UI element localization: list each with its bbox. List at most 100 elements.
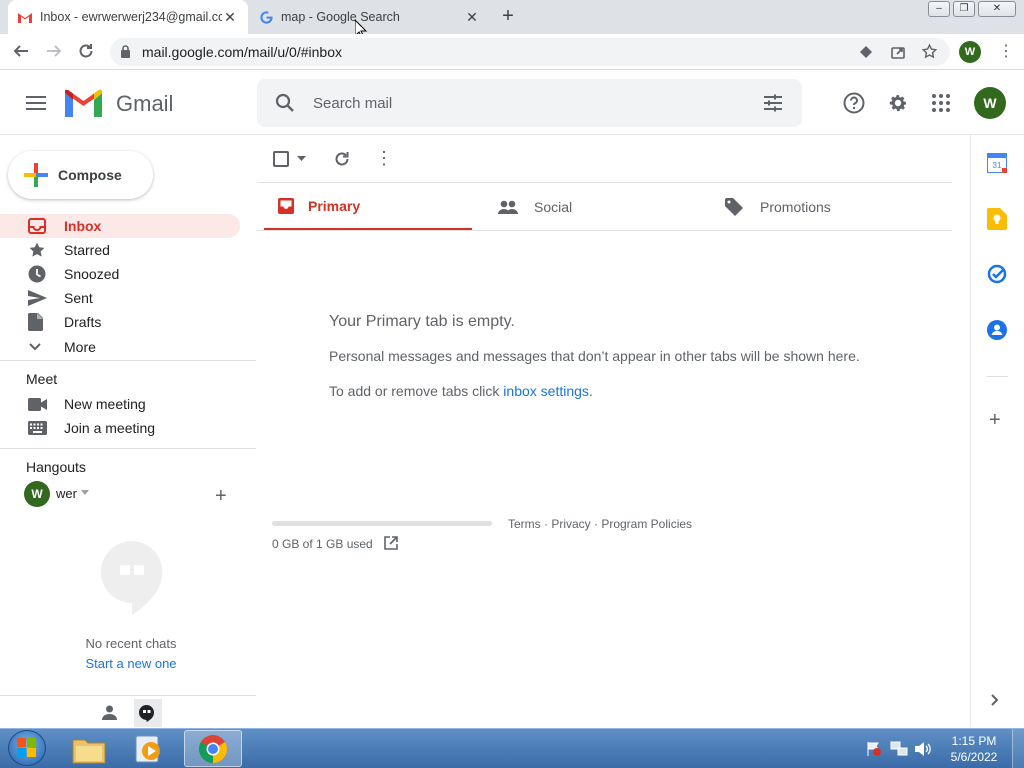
browser-tab-map-search[interactable]: map - Google Search ✕ <box>250 0 490 34</box>
back-icon[interactable] <box>12 42 30 60</box>
sidebar-item-join-meeting[interactable]: Join a meeting <box>0 416 240 440</box>
chrome-taskbar-button[interactable] <box>184 730 242 767</box>
restore-window-button[interactable]: ❐ <box>953 1 975 17</box>
hangouts-user-name[interactable]: wer <box>56 486 77 501</box>
google-apps-icon[interactable] <box>932 94 950 112</box>
clock-date: 5/6/2022 <box>950 750 998 764</box>
inbox-icon <box>0 218 64 234</box>
gmail-favicon <box>18 12 32 23</box>
sidebar-item-starred[interactable]: Starred <box>0 238 240 262</box>
draft-icon <box>0 313 64 331</box>
sidebar-item-new-meeting[interactable]: New meeting <box>0 392 240 416</box>
show-desktop-button[interactable] <box>1012 729 1024 768</box>
settings-hint-prefix: To add or remove tabs click <box>329 383 504 399</box>
file-explorer-icon[interactable] <box>72 734 106 764</box>
media-player-icon[interactable] <box>134 734 164 764</box>
select-dropdown-icon[interactable] <box>297 156 306 161</box>
tab-label: Promotions <box>760 199 831 215</box>
meet-section-title: Meet <box>26 371 58 387</box>
search-options-icon[interactable] <box>763 94 783 112</box>
storage-usage-text: 0 GB of 1 GB used <box>272 537 373 551</box>
contacts-icon[interactable] <box>987 320 1007 340</box>
show-side-panel-chevron-icon[interactable] <box>990 693 1000 707</box>
refresh-icon[interactable] <box>333 150 351 168</box>
extension-icon[interactable] <box>858 44 874 60</box>
sidebar-item-label: Sent <box>64 290 93 306</box>
keep-icon[interactable] <box>987 208 1007 230</box>
hangouts-user-avatar[interactable]: W <box>24 481 50 507</box>
send-icon <box>0 290 64 306</box>
star-icon <box>0 241 64 259</box>
network-icon[interactable] <box>890 741 908 757</box>
sidebar-item-more[interactable]: More <box>0 335 240 359</box>
hangouts-chat-icon[interactable] <box>139 705 154 722</box>
tag-icon <box>698 198 760 216</box>
tab-social[interactable]: Social <box>472 183 698 231</box>
lock-icon[interactable] <box>120 45 131 58</box>
more-actions-icon[interactable]: ⋮ <box>375 149 393 167</box>
share-icon[interactable] <box>890 44 906 60</box>
contacts-person-icon[interactable] <box>102 705 117 720</box>
help-icon[interactable] <box>843 92 865 114</box>
close-tab-icon[interactable]: ✕ <box>222 9 238 26</box>
get-addons-plus-icon[interactable]: + <box>989 410 1001 430</box>
sidebar-item-label: Starred <box>64 242 110 258</box>
sidebar-item-label: Inbox <box>64 218 102 234</box>
tab-label: Social <box>534 199 573 215</box>
tab-primary[interactable]: Primary <box>264 183 472 231</box>
tab-label: Primary <box>308 197 361 214</box>
sidebar-divider <box>0 360 256 361</box>
new-conversation-plus-icon[interactable]: + <box>215 486 227 506</box>
storage-usage-bar <box>272 521 492 526</box>
sidebar-item-sent[interactable]: Sent <box>0 286 240 310</box>
gmail-logo-icon[interactable] <box>65 89 102 117</box>
keyboard-icon <box>0 421 64 435</box>
tasks-icon[interactable] <box>987 264 1007 284</box>
browser-menu-icon[interactable]: ⋮ <box>998 44 1014 60</box>
open-in-new-icon[interactable] <box>384 536 398 550</box>
settings-gear-icon[interactable] <box>887 92 909 114</box>
empty-state-settings-hint: To add or remove tabs click inbox settin… <box>329 383 593 399</box>
sidebar-item-inbox[interactable]: Inbox <box>0 214 240 238</box>
google-favicon <box>260 10 273 24</box>
taskbar-clock[interactable]: 1:15 PM 5/6/2022 <box>944 733 1004 765</box>
hangouts-status-dropdown-icon[interactable] <box>81 490 89 495</box>
search-icon[interactable] <box>275 93 295 113</box>
forward-icon[interactable] <box>45 42 63 60</box>
sidebar-item-snoozed[interactable]: Snoozed <box>0 262 240 286</box>
inbox-tab-icon <box>264 197 308 214</box>
empty-state-title: Your Primary tab is empty. <box>329 313 515 330</box>
browser-tab-inbox[interactable]: Inbox - ewrwerwerj234@gmail.com ✕ <box>8 0 248 34</box>
settings-hint-suffix: . <box>588 383 593 399</box>
action-center-flag-icon[interactable] <box>866 741 882 757</box>
search-input[interactable]: Search mail <box>313 95 392 112</box>
reload-icon[interactable] <box>77 42 95 60</box>
bookmark-star-icon[interactable] <box>921 43 938 60</box>
new-tab-button[interactable]: + <box>496 6 520 28</box>
sidebar-item-drafts[interactable]: Drafts <box>0 310 240 334</box>
volume-icon[interactable] <box>914 741 932 757</box>
clock-time: 1:15 PM <box>951 734 997 748</box>
close-tab-icon[interactable]: ✕ <box>464 9 480 26</box>
tab-promotions[interactable]: Promotions <box>698 183 952 231</box>
inbox-settings-link[interactable]: inbox settings <box>503 383 589 399</box>
select-all-checkbox[interactable] <box>273 151 289 167</box>
minimize-window-button[interactable]: – <box>928 1 950 17</box>
start-new-chat-link[interactable]: Start a new one <box>0 656 262 671</box>
footer-links[interactable]: Terms · Privacy · Program Policies <box>508 517 692 531</box>
main-menu-icon[interactable] <box>26 95 46 111</box>
hangouts-section-title: Hangouts <box>26 459 86 475</box>
video-icon <box>0 397 64 411</box>
calendar-icon[interactable]: 31 <box>987 153 1007 173</box>
gmail-title[interactable]: Gmail <box>116 91 173 117</box>
sidebar-item-label: More <box>64 339 96 355</box>
sidebar-item-label: Drafts <box>64 314 102 330</box>
browser-profile-avatar[interactable]: W <box>959 41 981 63</box>
close-window-button[interactable]: ✕ <box>978 1 1016 17</box>
clock-icon <box>0 265 64 283</box>
svg-text:31: 31 <box>993 161 1002 170</box>
url-text[interactable]: mail.google.com/mail/u/0/#inbox <box>142 44 342 60</box>
compose-button[interactable]: Compose <box>8 151 153 199</box>
account-avatar[interactable]: W <box>974 87 1006 119</box>
start-button[interactable] <box>8 730 46 766</box>
